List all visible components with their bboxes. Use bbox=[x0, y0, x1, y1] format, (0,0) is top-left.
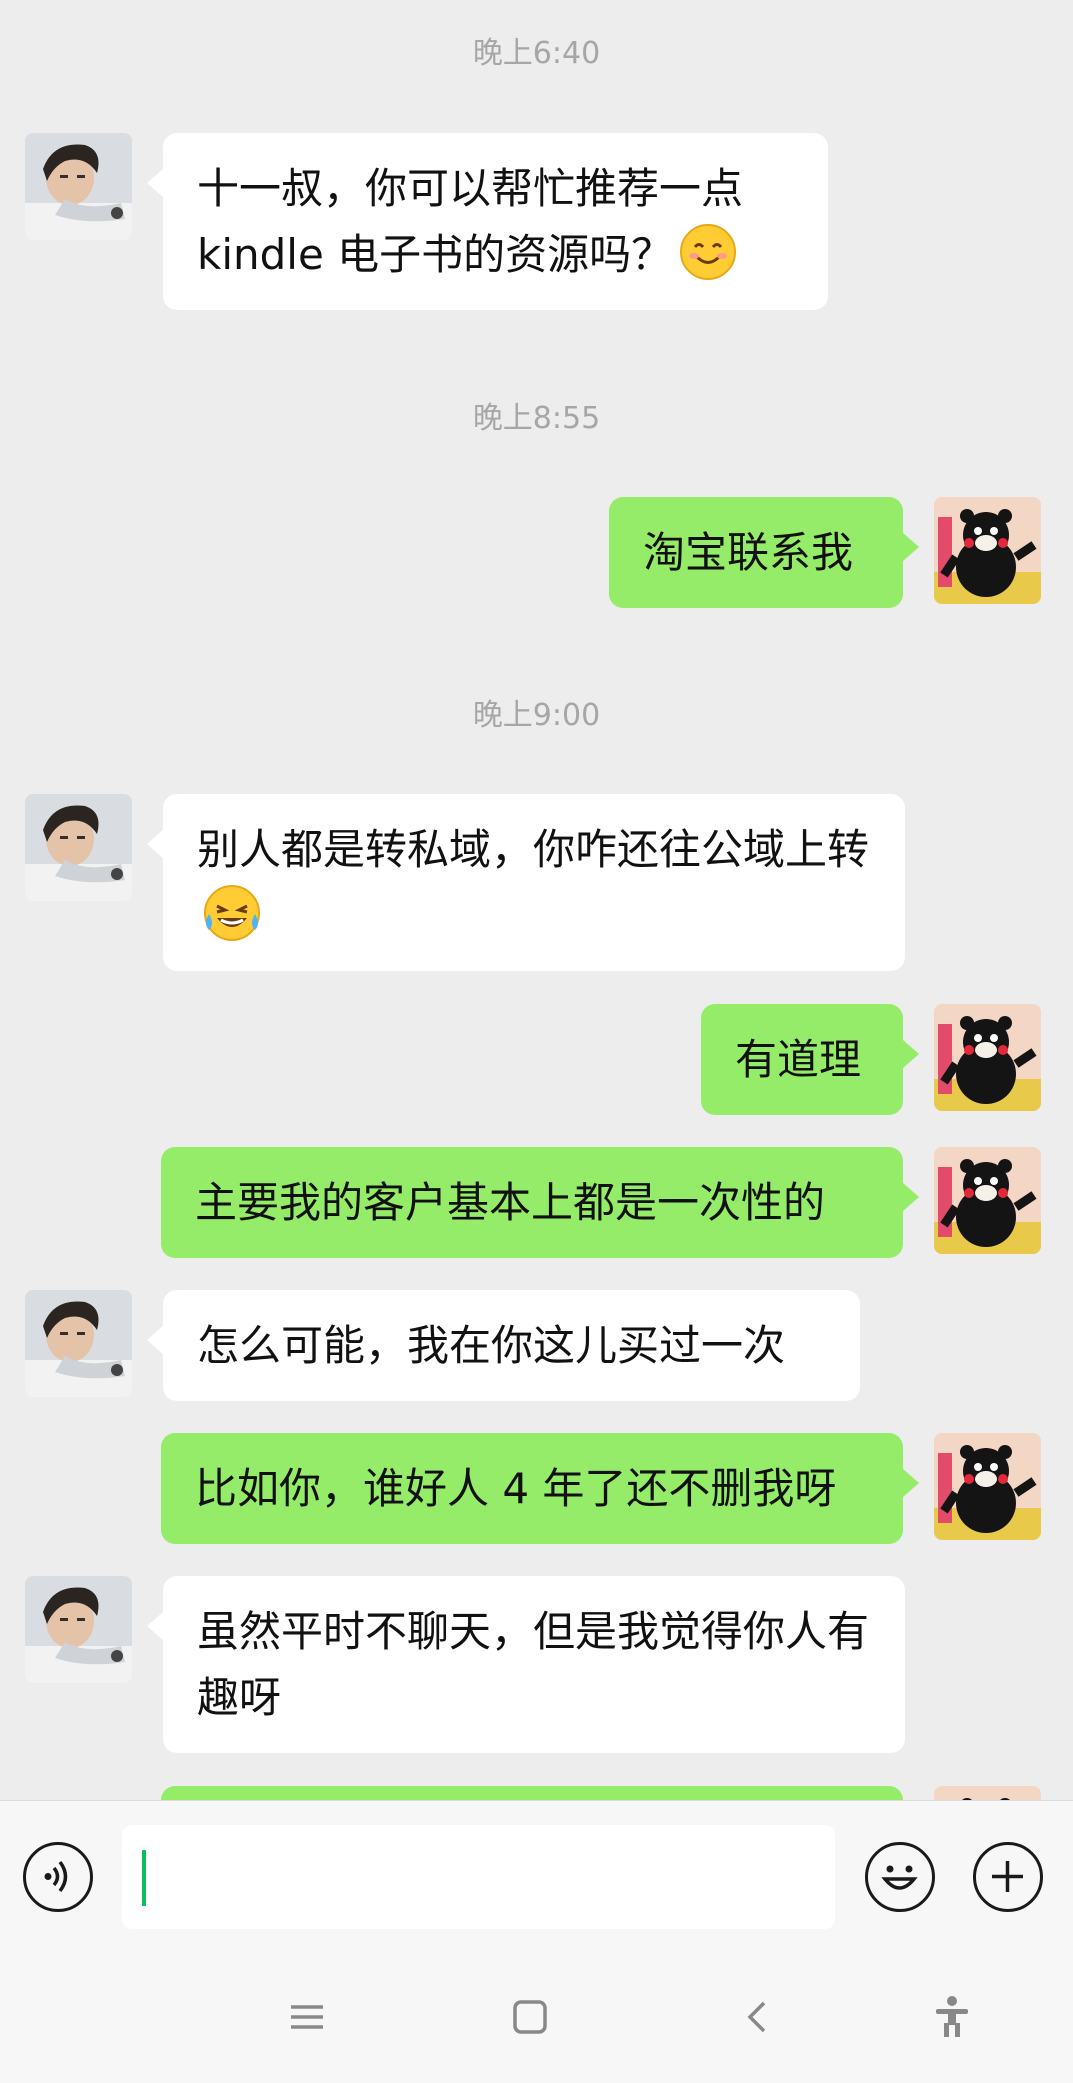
message-input-bar bbox=[0, 1800, 1073, 1953]
plus-icon bbox=[992, 1861, 1023, 1892]
voice-button[interactable] bbox=[23, 1842, 93, 1912]
self-avatar[interactable] bbox=[934, 1147, 1041, 1254]
message-text: 十一叔，你可以帮忙推荐一点kindle 电子书的资源吗？ bbox=[197, 163, 744, 279]
chat-area[interactable]: 晚上6:40 十一叔，你可以帮忙推荐一点kindle 电子书的资源吗？ 晚上8:… bbox=[0, 0, 1073, 1800]
back-button[interactable] bbox=[728, 1987, 788, 2047]
self-message-bubble[interactable]: 比如你，谁好人 4 年了还不删我呀 bbox=[161, 1433, 919, 1544]
self-message-bubble-partial[interactable] bbox=[161, 1786, 903, 1800]
self-avatar[interactable] bbox=[934, 1004, 1041, 1111]
home-button[interactable] bbox=[500, 1987, 560, 2047]
accessibility-button[interactable] bbox=[922, 1987, 982, 2047]
peer-avatar[interactable] bbox=[25, 133, 132, 240]
voice-icon bbox=[44, 1860, 68, 1893]
self-avatar[interactable] bbox=[934, 1433, 1041, 1540]
message-text: 主要我的客户基本上都是一次性的 bbox=[195, 1177, 826, 1227]
back-icon bbox=[747, 2001, 766, 2033]
message-text: 怎么可能，我在你这儿买过一次 bbox=[197, 1320, 786, 1370]
home-icon bbox=[513, 2000, 547, 2034]
timestamp: 晚上6:40 bbox=[472, 36, 601, 71]
accessibility-icon bbox=[936, 1996, 968, 2037]
self-message-bubble[interactable]: 淘宝联系我 bbox=[609, 497, 919, 608]
peer-avatar[interactable] bbox=[25, 1290, 132, 1397]
text-caret bbox=[142, 1850, 146, 1906]
timestamp: 晚上9:00 bbox=[472, 698, 601, 733]
plus-button[interactable] bbox=[973, 1842, 1043, 1912]
peer-avatar[interactable] bbox=[25, 1576, 132, 1683]
smile-emoji-icon bbox=[680, 223, 737, 280]
message-text: 别人都是转私域，你咋还往公域上转 bbox=[197, 824, 870, 874]
self-avatar[interactable] bbox=[934, 497, 1041, 604]
peer-avatar[interactable] bbox=[25, 794, 132, 901]
emoji-button[interactable] bbox=[865, 1842, 935, 1912]
message-text: 比如你，谁好人 4 年了还不删我呀 bbox=[195, 1463, 837, 1513]
peer-message-bubble[interactable]: 怎么可能，我在你这儿买过一次 bbox=[147, 1290, 860, 1401]
peer-message-bubble[interactable]: 别人都是转私域，你咋还往公域上转 bbox=[147, 794, 905, 971]
menu-icon bbox=[291, 2005, 323, 2029]
menu-button[interactable] bbox=[277, 1987, 337, 2047]
message-text: 有道理 bbox=[735, 1034, 862, 1084]
self-message-bubble[interactable]: 主要我的客户基本上都是一次性的 bbox=[161, 1147, 919, 1258]
peer-message-bubble[interactable]: 十一叔，你可以帮忙推荐一点kindle 电子书的资源吗？ bbox=[147, 133, 828, 310]
self-message-bubble[interactable]: 有道理 bbox=[701, 1004, 919, 1115]
system-nav-bar bbox=[0, 1952, 1073, 2083]
self-avatar[interactable] bbox=[934, 1786, 1041, 1800]
message-text: 虽然平时不聊天，但是我觉得你人有趣呀 bbox=[197, 1606, 870, 1722]
timestamp: 晚上8:55 bbox=[472, 401, 601, 436]
emoji-icon bbox=[881, 1865, 918, 1890]
laughing-tears-emoji-icon bbox=[204, 884, 260, 941]
peer-message-bubble[interactable]: 虽然平时不聊天，但是我觉得你人有趣呀 bbox=[147, 1576, 905, 1753]
message-text: 淘宝联系我 bbox=[643, 527, 854, 577]
message-text-input[interactable] bbox=[122, 1825, 835, 1929]
